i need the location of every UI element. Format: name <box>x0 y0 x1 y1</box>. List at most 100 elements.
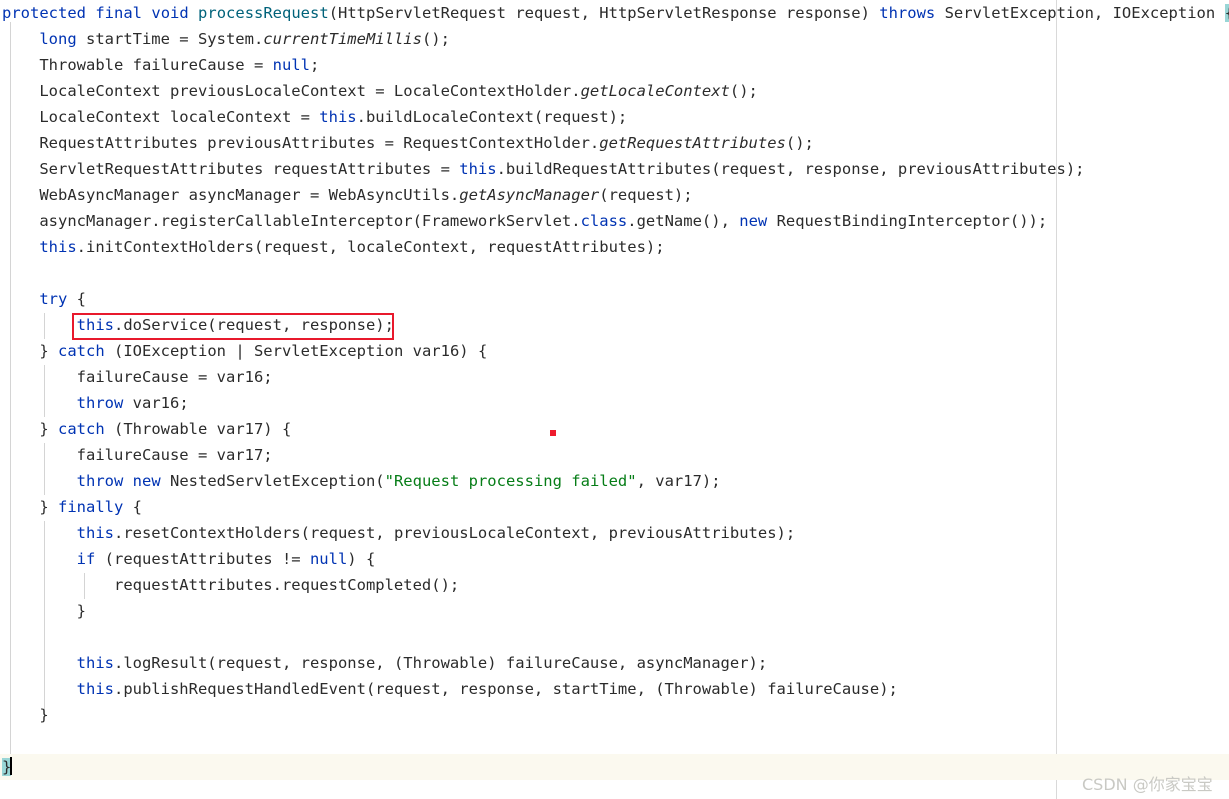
code-line[interactable]: ServletRequestAttributes requestAttribut… <box>0 156 1229 182</box>
code-token: .buildRequestAttributes(request, respons… <box>496 160 1085 178</box>
code-token: getAsyncManager <box>459 186 600 204</box>
code-line[interactable]: } catch (IOException | ServletException … <box>0 338 1229 364</box>
code-token: (requestAttributes != <box>95 550 310 568</box>
code-token: asyncManager.registerCallableInterceptor… <box>2 212 581 230</box>
code-line[interactable]: } finally { <box>0 494 1229 520</box>
code-line[interactable]: } <box>0 598 1229 624</box>
code-line[interactable]: if (requestAttributes != null) { <box>0 546 1229 572</box>
code-line-text: LocaleContext localeContext = this.build… <box>0 104 627 130</box>
code-token: try <box>39 290 68 308</box>
code-token: } <box>2 342 58 360</box>
code-block[interactable]: protected final void processRequest(Http… <box>0 0 1229 780</box>
code-line[interactable]: requestAttributes.requestCompleted(); <box>0 572 1229 598</box>
code-line[interactable]: try { <box>0 286 1229 312</box>
code-line[interactable]: LocaleContext previousLocaleContext = Lo… <box>0 78 1229 104</box>
code-token: getRequestAttributes <box>599 134 786 152</box>
code-line-text: this.resetContextHolders(request, previo… <box>0 520 796 546</box>
code-line[interactable]: RequestAttributes previousAttributes = R… <box>0 130 1229 156</box>
code-line[interactable]: this.publishRequestHandledEvent(request,… <box>0 676 1229 702</box>
code-token: throw <box>76 472 124 490</box>
code-line[interactable]: WebAsyncManager asyncManager = WebAsyncU… <box>0 182 1229 208</box>
code-line[interactable]: failureCause = var17; <box>0 442 1229 468</box>
code-token: .resetContextHolders(request, previousLo… <box>113 524 796 542</box>
code-line[interactable]: Throwable failureCause = null; <box>0 52 1229 78</box>
code-token: (HttpServletRequest request, HttpServlet… <box>328 4 880 22</box>
brace-match-token: { <box>1224 4 1229 22</box>
code-token: startTime = System. <box>76 30 264 48</box>
code-line[interactable]: LocaleContext localeContext = this.build… <box>0 104 1229 130</box>
code-token: null <box>309 550 348 568</box>
code-editor-surface[interactable]: protected final void processRequest(Http… <box>0 0 1229 799</box>
code-line[interactable] <box>0 728 1229 754</box>
code-line[interactable]: this.doService(request, response); <box>0 312 1229 338</box>
code-line[interactable]: } catch (Throwable var17) { <box>0 416 1229 442</box>
code-token: (request); <box>599 186 693 204</box>
code-token: .buildLocaleContext(request); <box>356 108 628 126</box>
code-line[interactable] <box>0 260 1229 286</box>
code-line[interactable]: throw new NestedServletException("Reques… <box>0 468 1229 494</box>
code-line-text: throw new NestedServletException("Reques… <box>0 468 721 494</box>
code-line[interactable]: protected final void processRequest(Http… <box>0 0 1229 26</box>
code-token: this <box>319 108 357 126</box>
code-line[interactable]: } <box>0 702 1229 728</box>
code-line-text: failureCause = var16; <box>0 364 273 390</box>
code-line[interactable] <box>0 624 1229 650</box>
code-line-text: } <box>0 598 86 624</box>
code-token: .doService(request, response); <box>113 316 394 334</box>
code-token: LocaleContext previousLocaleContext = Lo… <box>2 82 581 100</box>
code-token: (); <box>421 30 450 48</box>
code-line[interactable]: this.logResult(request, response, (Throw… <box>0 650 1229 676</box>
code-token: } <box>2 602 86 620</box>
code-line[interactable]: this.resetContextHolders(request, previo… <box>0 520 1229 546</box>
code-line[interactable]: throw var16; <box>0 390 1229 416</box>
code-token: (IOException | ServletException var16) { <box>104 342 488 360</box>
code-token: processRequest <box>198 4 329 22</box>
code-line-text: protected final void processRequest(Http… <box>0 0 1229 26</box>
code-line-text: } <box>0 702 48 728</box>
code-token: NestedServletException( <box>160 472 385 490</box>
code-token: long <box>39 30 77 48</box>
code-token: { <box>67 290 86 308</box>
code-token: .publishRequestHandledEvent(request, res… <box>113 680 898 698</box>
code-token: this <box>459 160 497 178</box>
code-token: this <box>76 654 114 672</box>
code-token: "Request processing failed" <box>384 472 637 490</box>
code-token: , var17); <box>636 472 721 490</box>
code-line[interactable]: this.initContextHolders(request, localeC… <box>0 234 1229 260</box>
code-line-text: } catch (Throwable var17) { <box>0 416 291 442</box>
code-line-text: this.logResult(request, response, (Throw… <box>0 650 768 676</box>
code-token: void <box>151 4 189 22</box>
code-token: null <box>272 56 310 74</box>
code-line[interactable]: failureCause = var16; <box>0 364 1229 390</box>
code-token: failureCause = var17; <box>2 446 273 464</box>
code-line[interactable]: } <box>0 754 1229 780</box>
code-token: currentTimeMillis <box>263 30 422 48</box>
code-line-text: asyncManager.registerCallableInterceptor… <box>0 208 1047 234</box>
csdn-watermark: CSDN @你家宝宝 <box>1082 775 1213 794</box>
code-line-text: requestAttributes.requestCompleted(); <box>0 572 459 598</box>
code-token: new <box>739 212 768 230</box>
code-line-text: failureCause = var17; <box>0 442 273 468</box>
code-line-text: } finally { <box>0 494 142 520</box>
code-token: failureCause = var16; <box>2 368 273 386</box>
code-token: catch <box>58 420 105 438</box>
code-token: ; <box>309 56 320 74</box>
code-line[interactable]: long startTime = System.currentTimeMilli… <box>0 26 1229 52</box>
code-line-text: } catch (IOException | ServletException … <box>0 338 487 364</box>
code-line[interactable]: asyncManager.registerCallableInterceptor… <box>0 208 1229 234</box>
code-token: ) { <box>347 550 376 568</box>
code-token: catch <box>58 342 105 360</box>
code-line-text: if (requestAttributes != null) { <box>0 546 376 572</box>
code-line-text: this.doService(request, response); <box>0 312 394 338</box>
code-token: if <box>76 550 96 568</box>
